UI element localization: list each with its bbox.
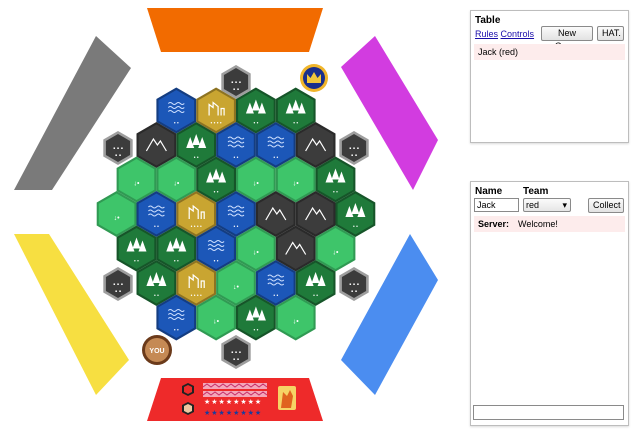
svg-text:• •: • •: [333, 190, 338, 196]
svg-text:• •: • •: [234, 224, 239, 230]
player-seat-top-right: [341, 36, 438, 190]
you-badge-label: YOU: [149, 348, 164, 355]
svg-text:↓•: ↓•: [293, 319, 300, 326]
svg-text:• •: • •: [174, 259, 179, 265]
svg-text:▪ ▪: ▪ ▪: [233, 87, 239, 93]
svg-text:• •: • •: [353, 224, 358, 230]
harbor-marker: ▪ ▪ ▪▪ ▪: [103, 131, 133, 165]
svg-text:• •: • •: [194, 155, 199, 161]
player-seat-bottom-right: [341, 234, 438, 395]
player-name: Jack (red): [478, 47, 519, 57]
hat-button[interactable]: HAT.: [597, 26, 624, 41]
svg-text:• •: • •: [214, 190, 219, 196]
svg-text:• •: • •: [174, 328, 179, 334]
svg-text:★★★★★★★★: ★★★★★★★★: [204, 409, 262, 417]
chat-message: Server: Welcome!: [474, 216, 625, 232]
svg-text:↓•: ↓•: [333, 250, 340, 257]
rules-link[interactable]: Rules: [475, 29, 498, 39]
svg-text:• •: • •: [273, 155, 278, 161]
svg-text:• •: • •: [313, 293, 318, 299]
svg-text:• •: • •: [253, 121, 258, 127]
lobby-panel: Name Team Jack red ▾ Collect Server: Wel…: [470, 181, 629, 426]
svg-text:↓•: ↓•: [253, 181, 260, 188]
harbor-marker: ▪ ▪ ▪▪ ▪: [339, 131, 369, 165]
svg-text:• • • •: • • • •: [191, 293, 202, 299]
table-panel: Table Rules Controls New Game HAT. Jack …: [470, 10, 629, 143]
svg-text:↓•: ↓•: [233, 284, 240, 291]
svg-text:▪ ▪: ▪ ▪: [115, 289, 121, 295]
svg-text:• •: • •: [234, 155, 239, 161]
svg-text:▪ ▪: ▪ ▪: [351, 153, 357, 159]
knight-card-icon: [278, 386, 296, 410]
team-header: Team: [523, 186, 549, 197]
svg-text:▪ ▪: ▪ ▪: [233, 357, 239, 363]
player-seat-top-left: [14, 36, 131, 190]
svg-text:↓•: ↓•: [253, 250, 260, 257]
resource-cards: ★★★★★★★★ ★★★★★★★★: [202, 383, 268, 417]
you-badge: YOU: [142, 335, 172, 365]
svg-text:▪ ▪ ▪: ▪ ▪ ▪: [113, 282, 123, 288]
hex-grid: • • • • • • • • • • • • • • • • ↓• ↓• • • ↓• ↓• • • ↓…: [96, 87, 376, 341]
chat-sender: Server:: [478, 219, 510, 229]
svg-text:↓•: ↓•: [293, 181, 300, 188]
harbor-marker: ▪ ▪ ▪▪ ▪: [103, 267, 133, 301]
svg-text:• •: • •: [293, 121, 298, 127]
svg-text:↓•: ↓•: [134, 181, 141, 188]
svg-text:↓•: ↓•: [213, 319, 220, 326]
player-seat-top: [147, 8, 323, 52]
chat-input[interactable]: [473, 405, 624, 420]
svg-text:• • • •: • • • •: [191, 224, 202, 230]
new-game-button[interactable]: New Game: [541, 26, 593, 51]
svg-text:↓•: ↓•: [114, 215, 121, 222]
collect-button[interactable]: Collect: [588, 198, 624, 213]
player-seat-bottom-left: [14, 234, 129, 395]
name-header: Name: [475, 186, 503, 197]
chat-text: Welcome!: [518, 219, 558, 229]
svg-text:• •: • •: [174, 121, 179, 127]
controls-link[interactable]: Controls: [501, 29, 535, 39]
svg-text:★★★★★★★★: ★★★★★★★★: [204, 398, 262, 406]
chevron-down-icon: ▾: [562, 200, 567, 210]
svg-text:▪ ▪ ▪: ▪ ▪ ▪: [349, 146, 359, 152]
table-title: Table: [475, 15, 501, 26]
svg-text:• •: • •: [154, 293, 159, 299]
svg-text:• •: • •: [154, 224, 159, 230]
svg-text:▪ ▪ ▪: ▪ ▪ ▪: [231, 350, 241, 356]
player-list-item: Jack (red): [474, 44, 625, 60]
svg-text:• •: • •: [253, 328, 258, 334]
svg-text:• •: • •: [134, 259, 139, 265]
game-board[interactable]: • • • • • • • • • • • • • • • • ↓• ↓• • • ↓• ↓• • • ↓…: [0, 0, 465, 432]
team-select[interactable]: red ▾: [523, 198, 571, 212]
svg-text:• • • •: • • • •: [211, 121, 222, 127]
crown-icon: [300, 64, 328, 92]
team-select-value: red: [526, 200, 540, 210]
harbor-marker: ▪ ▪ ▪▪ ▪: [221, 335, 251, 369]
svg-text:▪ ▪ ▪: ▪ ▪ ▪: [349, 282, 359, 288]
svg-text:▪ ▪ ▪: ▪ ▪ ▪: [113, 146, 123, 152]
svg-text:↓•: ↓•: [173, 181, 180, 188]
svg-text:▪ ▪: ▪ ▪: [351, 289, 357, 295]
svg-text:• •: • •: [214, 259, 219, 265]
svg-text:▪ ▪: ▪ ▪: [115, 153, 121, 159]
name-field[interactable]: Jack: [474, 198, 519, 212]
harbor-marker: ▪ ▪ ▪▪ ▪: [339, 267, 369, 301]
svg-text:▪ ▪ ▪: ▪ ▪ ▪: [231, 80, 241, 86]
svg-text:• •: • •: [273, 293, 278, 299]
